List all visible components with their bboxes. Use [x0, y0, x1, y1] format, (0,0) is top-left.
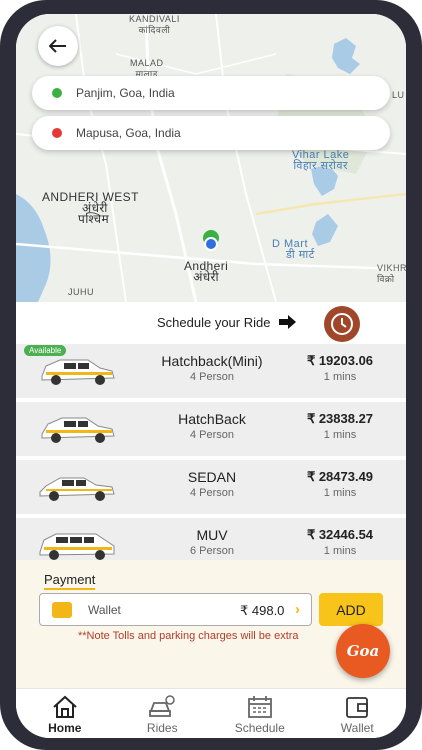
vehicle-row-sedan[interactable]: SEDAN 4 Person ₹ 28473.49 1 mins: [16, 460, 406, 514]
vehicle-price: ₹ 28473.49: [306, 469, 374, 484]
vehicle-name: MUV: [196, 527, 228, 543]
nav-home-label: Home: [48, 721, 82, 735]
map-label-andheri: Andheri अंधेरी: [184, 259, 229, 284]
map-label-kandivali: KANDIVALI कांदिवली: [129, 14, 180, 35]
clock-icon: [331, 313, 353, 335]
vehicle-name: Hatchback(Mini): [161, 353, 263, 369]
arrow-right-icon: [279, 315, 296, 329]
drop-location-text: Mapusa, Goa, India: [76, 126, 181, 140]
arrow-left-icon: [49, 39, 66, 53]
goa-taxi-logo-button[interactable]: Goa: [336, 624, 390, 678]
vehicle-price: ₹ 23838.27: [306, 411, 374, 426]
nav-schedule-label: Schedule: [234, 721, 285, 735]
vehicle-name: HatchBack: [178, 411, 246, 427]
home-icon: [53, 695, 77, 718]
car-icon: [41, 359, 115, 385]
schedule-label: Schedule your Ride: [157, 315, 271, 330]
wallet-icon: [52, 602, 72, 618]
pickup-dot-icon: [52, 88, 62, 98]
phone-frame: KANDIVALI कांदिवली MALAD मालाड LU Vihar …: [0, 0, 422, 750]
pickup-location-text: Panjim, Goa, India: [76, 86, 175, 100]
vehicle-capacity: 6 Person: [189, 545, 235, 557]
map-label-andheri-west: ANDHERI WEST अंधेरी पश्चिम: [42, 190, 139, 226]
tolls-note: **Note Tolls and parking charges will be…: [78, 630, 299, 642]
car-icon: [41, 417, 115, 443]
nav-wallet[interactable]: Wallet: [309, 689, 407, 738]
vehicle-capacity: 4 Person: [189, 487, 235, 499]
vehicle-price: ₹ 32446.54: [306, 527, 374, 542]
app-screen: KANDIVALI कांदिवली MALAD मालाड LU Vihar …: [16, 14, 406, 738]
payment-title: Payment: [44, 572, 96, 590]
vehicle-row-hatchback-mini[interactable]: Available Hatchback(Mini) 4 Person ₹ 192…: [16, 344, 406, 398]
vehicle-eta: 1 mins: [323, 545, 357, 557]
map-label-juhu: JUHU: [68, 287, 94, 297]
vehicle-eta: 1 mins: [323, 487, 357, 499]
vehicle-price: ₹ 19203.06: [306, 353, 374, 368]
nav-schedule[interactable]: Schedule: [211, 689, 309, 738]
calendar-icon: [247, 696, 272, 718]
schedule-clock-button[interactable]: [324, 306, 360, 342]
map-view[interactable]: KANDIVALI कांदिवली MALAD मालाड LU Vihar …: [16, 14, 406, 302]
drop-dot-icon: [52, 128, 62, 138]
nav-wallet-label: Wallet: [340, 721, 374, 735]
wallet-balance: ₹ 498.0: [240, 603, 285, 618]
map-label-vihar-lake: Vihar Lake विहार सरोवर: [292, 149, 350, 172]
available-badge: Available: [24, 345, 67, 356]
nav-home[interactable]: Home: [16, 689, 114, 738]
current-location-pin: [203, 230, 219, 257]
nav-rides-label: Rides: [146, 721, 178, 735]
vehicle-eta: 1 mins: [323, 429, 357, 441]
vehicle-capacity: 4 Person: [189, 429, 235, 441]
bottom-nav: Home Rides Schedule Wallet: [16, 688, 406, 738]
drop-location-field[interactable]: Mapusa, Goa, India: [32, 116, 390, 150]
vehicle-capacity: 4 Person: [189, 371, 235, 383]
map-label-vikhr: VIKHR विक्रो: [377, 263, 406, 284]
map-label-lu: LU: [392, 90, 405, 100]
vehicle-eta: 1 mins: [323, 371, 357, 383]
vehicle-list: Available Hatchback(Mini) 4 Person ₹ 192…: [16, 344, 406, 560]
vehicle-row-muv[interactable]: MUV 6 Person ₹ 32446.54 1 mins: [16, 518, 406, 560]
pickup-location-field[interactable]: Panjim, Goa, India: [32, 76, 390, 110]
nav-rides[interactable]: Rides: [114, 689, 212, 738]
car-icon: [39, 477, 115, 501]
back-button[interactable]: [38, 26, 78, 66]
map-label-dmart: D Mart डी मार्ट: [272, 238, 315, 261]
wallet-label: Wallet: [88, 603, 121, 617]
car-icon: [149, 695, 175, 717]
vehicle-row-hatchback[interactable]: HatchBack 4 Person ₹ 23838.27 1 mins: [16, 402, 406, 456]
vehicle-name: SEDAN: [187, 469, 237, 485]
car-icon: [39, 533, 115, 560]
chevron-right-icon: ›: [295, 601, 300, 618]
wallet-selector[interactable]: Wallet ₹ 498.0 ›: [39, 593, 312, 626]
add-money-button[interactable]: ADD: [319, 593, 383, 626]
wallet-icon: [346, 697, 369, 718]
